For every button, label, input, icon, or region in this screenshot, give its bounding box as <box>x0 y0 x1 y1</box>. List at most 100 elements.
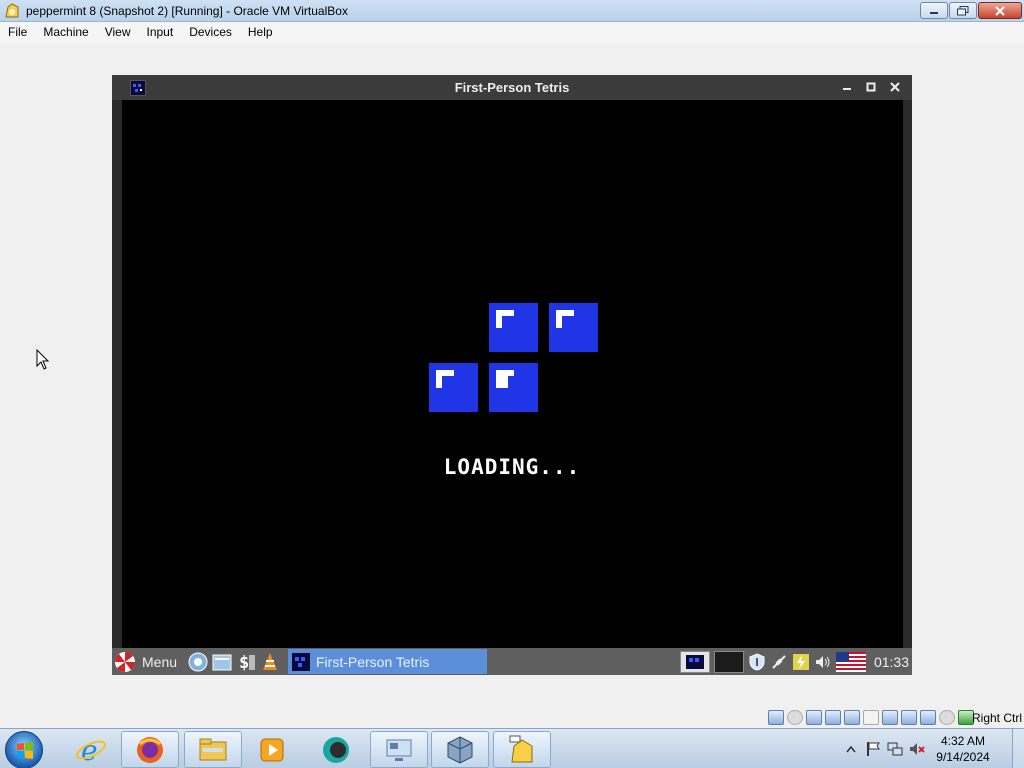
firefox-icon <box>137 736 163 763</box>
guest-taskbar: Menu $ First-Person Tetris 01:33 <box>112 648 912 675</box>
block-highlight-icon <box>496 310 514 328</box>
network-icon <box>887 742 903 756</box>
clock-time: 4:32 AM <box>940 734 986 748</box>
volume-button[interactable] <box>908 740 926 758</box>
taskbar-file-explorer[interactable] <box>184 731 242 768</box>
shared-folders-icon[interactable] <box>863 710 879 725</box>
svg-text:$: $ <box>239 653 249 672</box>
vbox-title-bar: peppermint 8 (Snapshot 2) [Running] - Or… <box>0 0 1024 22</box>
guest-launcher-terminal[interactable]: $ <box>235 651 256 672</box>
host-key-label: Right Ctrl <box>971 711 1022 725</box>
audio-icon[interactable] <box>787 710 803 725</box>
menu-input[interactable]: Input <box>139 22 182 43</box>
volume-muted-icon <box>910 743 925 755</box>
close-icon <box>995 5 1005 16</box>
usb-icon[interactable] <box>844 710 860 725</box>
block-highlight-icon <box>436 370 454 388</box>
windows-logo-icon <box>17 742 33 759</box>
file-manager-icon <box>212 654 231 670</box>
workspace-1[interactable] <box>679 650 710 673</box>
file-explorer-icon <box>199 738 227 760</box>
tetris-app-icon <box>685 654 704 669</box>
block-highlight-icon <box>556 310 574 328</box>
tetromino-block <box>549 303 598 352</box>
menu-machine[interactable]: Machine <box>35 22 96 43</box>
recording-icon[interactable] <box>901 710 917 725</box>
game-window-title: First-Person Tetris <box>454 80 570 95</box>
start-button[interactable] <box>5 731 43 768</box>
taskbar-internet-explorer[interactable]: e <box>62 731 120 768</box>
guest-task-label: First-Person Tetris <box>316 653 430 670</box>
guest-system-tray: 01:33 <box>679 648 912 675</box>
clock-date: 9/14/2024 <box>936 750 990 764</box>
guest-menu-label: Menu <box>142 653 178 670</box>
notification-area: 4:32 AM 9/14/2024 <box>840 729 1024 768</box>
windows-taskbar: e 4:32 AM 9/14/2024 <box>0 728 1024 768</box>
menu-help[interactable]: Help <box>240 22 281 43</box>
action-center-flag-icon <box>867 742 880 756</box>
taskbar-virtualbox[interactable] <box>431 731 489 768</box>
peppermint-logo-icon <box>115 651 135 672</box>
taskbar-media-player[interactable] <box>243 731 301 768</box>
window-controls <box>920 2 1022 19</box>
menu-file[interactable]: File <box>0 22 35 43</box>
display-icon[interactable] <box>882 710 898 725</box>
shield-icon[interactable] <box>748 652 766 671</box>
minimize-icon <box>843 88 851 90</box>
guest-launcher-files[interactable] <box>211 651 232 672</box>
mouse-integration-icon[interactable] <box>939 710 955 725</box>
network-plug-icon[interactable] <box>770 653 788 671</box>
mouse-cursor-icon <box>36 349 50 370</box>
vbox-status-bar: Right Ctrl <box>0 707 1024 728</box>
game-maximize-button[interactable] <box>864 79 878 95</box>
guest-launcher-vlc[interactable] <box>259 651 280 672</box>
tetromino-block <box>429 363 478 412</box>
guest-screen[interactable]: First-Person Tetris LOADING... Menu $ Fi… <box>112 75 912 675</box>
game-frame-left <box>112 100 122 648</box>
game-close-button[interactable] <box>888 79 902 95</box>
chevron-up-icon <box>846 745 856 753</box>
taskbar-browser[interactable] <box>307 731 365 768</box>
loading-label: LOADING... <box>443 455 581 479</box>
optical-drive-icon[interactable] <box>768 710 784 725</box>
power-battery-icon[interactable] <box>792 653 810 671</box>
menu-devices[interactable]: Devices <box>181 22 240 43</box>
minimize-button[interactable] <box>920 2 948 19</box>
guest-task-first-person-tetris[interactable]: First-Person Tetris <box>288 649 487 674</box>
network-button[interactable] <box>886 740 904 758</box>
network-adapter-icon[interactable] <box>825 710 841 725</box>
close-icon <box>890 82 900 92</box>
restore-icon <box>957 5 969 15</box>
minimize-icon <box>930 11 938 14</box>
terminal-icon: $ <box>239 653 255 672</box>
taskbar-network-folder[interactable] <box>493 731 551 768</box>
tetris-app-icon <box>292 652 310 671</box>
virtualbox-app-icon <box>5 2 19 17</box>
guest-menu-button[interactable]: Menu <box>112 651 184 673</box>
taskbar-remote-desktop[interactable] <box>370 731 428 768</box>
workspace-2[interactable] <box>713 650 744 673</box>
system-clock[interactable]: 4:32 AM 9/14/2024 <box>928 733 998 765</box>
network-folder-icon <box>509 735 533 762</box>
taskbar-firefox[interactable] <box>121 731 179 768</box>
svg-text:e: e <box>81 734 98 766</box>
game-minimize-button[interactable] <box>840 79 854 95</box>
close-button[interactable] <box>978 2 1022 19</box>
volume-icon[interactable] <box>814 653 832 671</box>
show-hidden-icons-button[interactable] <box>842 740 860 758</box>
internet-explorer-icon: e <box>76 734 106 766</box>
us-flag-keyboard-layout-icon[interactable] <box>835 651 866 672</box>
virtualization-icon[interactable] <box>920 710 936 725</box>
browser-icon <box>323 736 349 763</box>
vbox-device-indicators <box>768 710 974 725</box>
action-center-button[interactable] <box>864 740 882 758</box>
show-desktop-button[interactable] <box>1012 729 1024 768</box>
hard-disk-icon[interactable] <box>806 710 822 725</box>
menu-view[interactable]: View <box>97 22 139 43</box>
guest-clock[interactable]: 01:33 <box>870 654 909 670</box>
window-title: peppermint 8 (Snapshot 2) [Running] - Or… <box>26 3 348 18</box>
tetromino-block <box>489 303 538 352</box>
maximize-icon <box>866 82 876 92</box>
restore-button[interactable] <box>949 2 977 19</box>
guest-launcher-browser[interactable] <box>187 651 208 672</box>
